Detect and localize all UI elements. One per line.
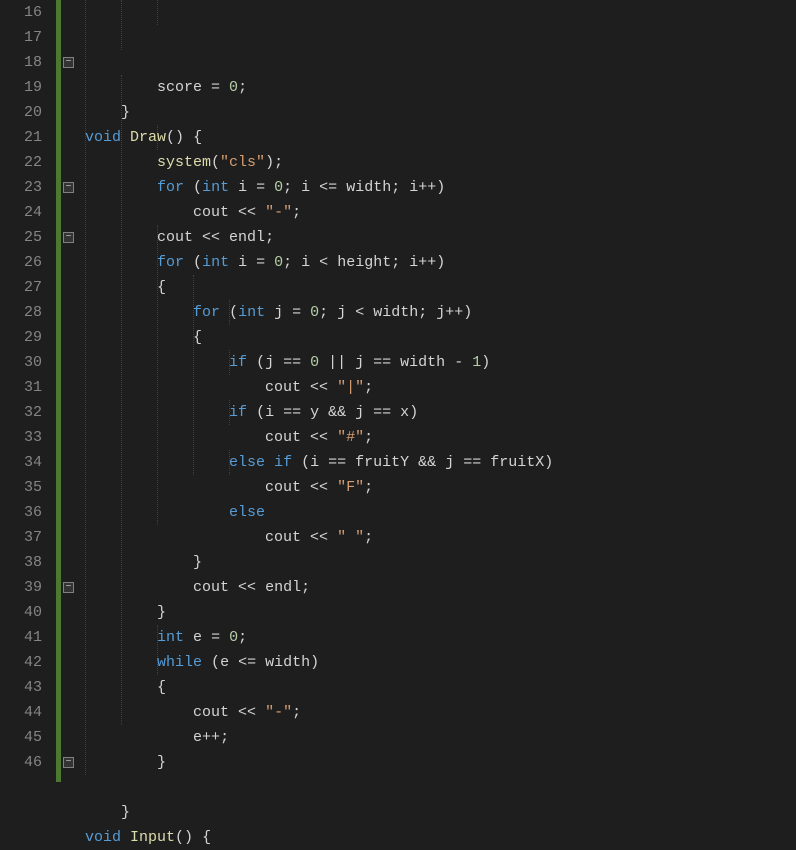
code-line[interactable]: } <box>85 600 796 625</box>
line-number: 36 <box>0 500 42 525</box>
fold-collapse-icon[interactable]: − <box>63 232 74 243</box>
fold-collapse-icon[interactable]: − <box>63 182 74 193</box>
fold-collapse-icon[interactable]: − <box>63 757 74 768</box>
line-number: 39 <box>0 575 42 600</box>
line-number: 33 <box>0 425 42 450</box>
code-line[interactable]: } <box>85 800 796 825</box>
line-number: 43 <box>0 675 42 700</box>
line-number: 40 <box>0 600 42 625</box>
line-number: 31 <box>0 375 42 400</box>
line-number: 28 <box>0 300 42 325</box>
line-number: 19 <box>0 75 42 100</box>
line-number: 46 <box>0 750 42 775</box>
fold-collapse-icon[interactable]: − <box>63 582 74 593</box>
code-line[interactable]: void Input() { <box>85 825 796 850</box>
code-line[interactable]: { <box>85 675 796 700</box>
code-line[interactable]: } <box>85 750 796 775</box>
line-number: 22 <box>0 150 42 175</box>
code-line[interactable]: for (int i = 0; i <= width; i++) <box>85 175 796 200</box>
line-number: 35 <box>0 475 42 500</box>
code-line[interactable]: cout << endl; <box>85 575 796 600</box>
code-line[interactable]: void Draw() { <box>85 125 796 150</box>
line-number: 21 <box>0 125 42 150</box>
code-line[interactable]: while (e <= width) <box>85 650 796 675</box>
line-number: 37 <box>0 525 42 550</box>
code-text-area[interactable]: score = 0; }void Draw() { system("cls");… <box>79 0 796 782</box>
line-number: 41 <box>0 625 42 650</box>
code-line[interactable] <box>85 775 796 800</box>
line-number: 30 <box>0 350 42 375</box>
line-number: 18 <box>0 50 42 75</box>
code-line[interactable]: e++; <box>85 725 796 750</box>
line-number: 29 <box>0 325 42 350</box>
code-line[interactable]: cout << "F"; <box>85 475 796 500</box>
fold-gutter: − − − − − <box>61 0 79 782</box>
code-line[interactable]: cout << " "; <box>85 525 796 550</box>
code-line[interactable]: for (int j = 0; j < width; j++) <box>85 300 796 325</box>
code-line[interactable]: { <box>85 275 796 300</box>
line-number: 32 <box>0 400 42 425</box>
line-number: 24 <box>0 200 42 225</box>
code-line[interactable]: else <box>85 500 796 525</box>
code-line[interactable]: } <box>85 100 796 125</box>
line-number: 38 <box>0 550 42 575</box>
code-line[interactable]: cout << "-"; <box>85 200 796 225</box>
line-number: 26 <box>0 250 42 275</box>
line-number: 20 <box>0 100 42 125</box>
code-line[interactable]: { <box>85 325 796 350</box>
code-line[interactable]: cout << "#"; <box>85 425 796 450</box>
code-line[interactable]: cout << "|"; <box>85 375 796 400</box>
line-number: 27 <box>0 275 42 300</box>
line-number: 42 <box>0 650 42 675</box>
code-line[interactable]: score = 0; <box>85 75 796 100</box>
code-line[interactable]: else if (i == fruitY && j == fruitX) <box>85 450 796 475</box>
line-number: 45 <box>0 725 42 750</box>
code-editor[interactable]: 1617181920212223242526272829303132333435… <box>0 0 796 782</box>
line-number: 34 <box>0 450 42 475</box>
line-number: 23 <box>0 175 42 200</box>
code-line[interactable]: int e = 0; <box>85 625 796 650</box>
code-line[interactable]: if (i == y && j == x) <box>85 400 796 425</box>
code-line[interactable]: if (j == 0 || j == width - 1) <box>85 350 796 375</box>
line-number: 17 <box>0 25 42 50</box>
line-number-gutter: 1617181920212223242526272829303132333435… <box>0 0 56 782</box>
code-line[interactable]: cout << endl; <box>85 225 796 250</box>
line-number: 25 <box>0 225 42 250</box>
fold-collapse-icon[interactable]: − <box>63 57 74 68</box>
code-line[interactable]: cout << "-"; <box>85 700 796 725</box>
line-number: 44 <box>0 700 42 725</box>
code-line[interactable]: } <box>85 550 796 575</box>
code-line[interactable]: system("cls"); <box>85 150 796 175</box>
code-line[interactable]: for (int i = 0; i < height; i++) <box>85 250 796 275</box>
line-number: 16 <box>0 0 42 25</box>
